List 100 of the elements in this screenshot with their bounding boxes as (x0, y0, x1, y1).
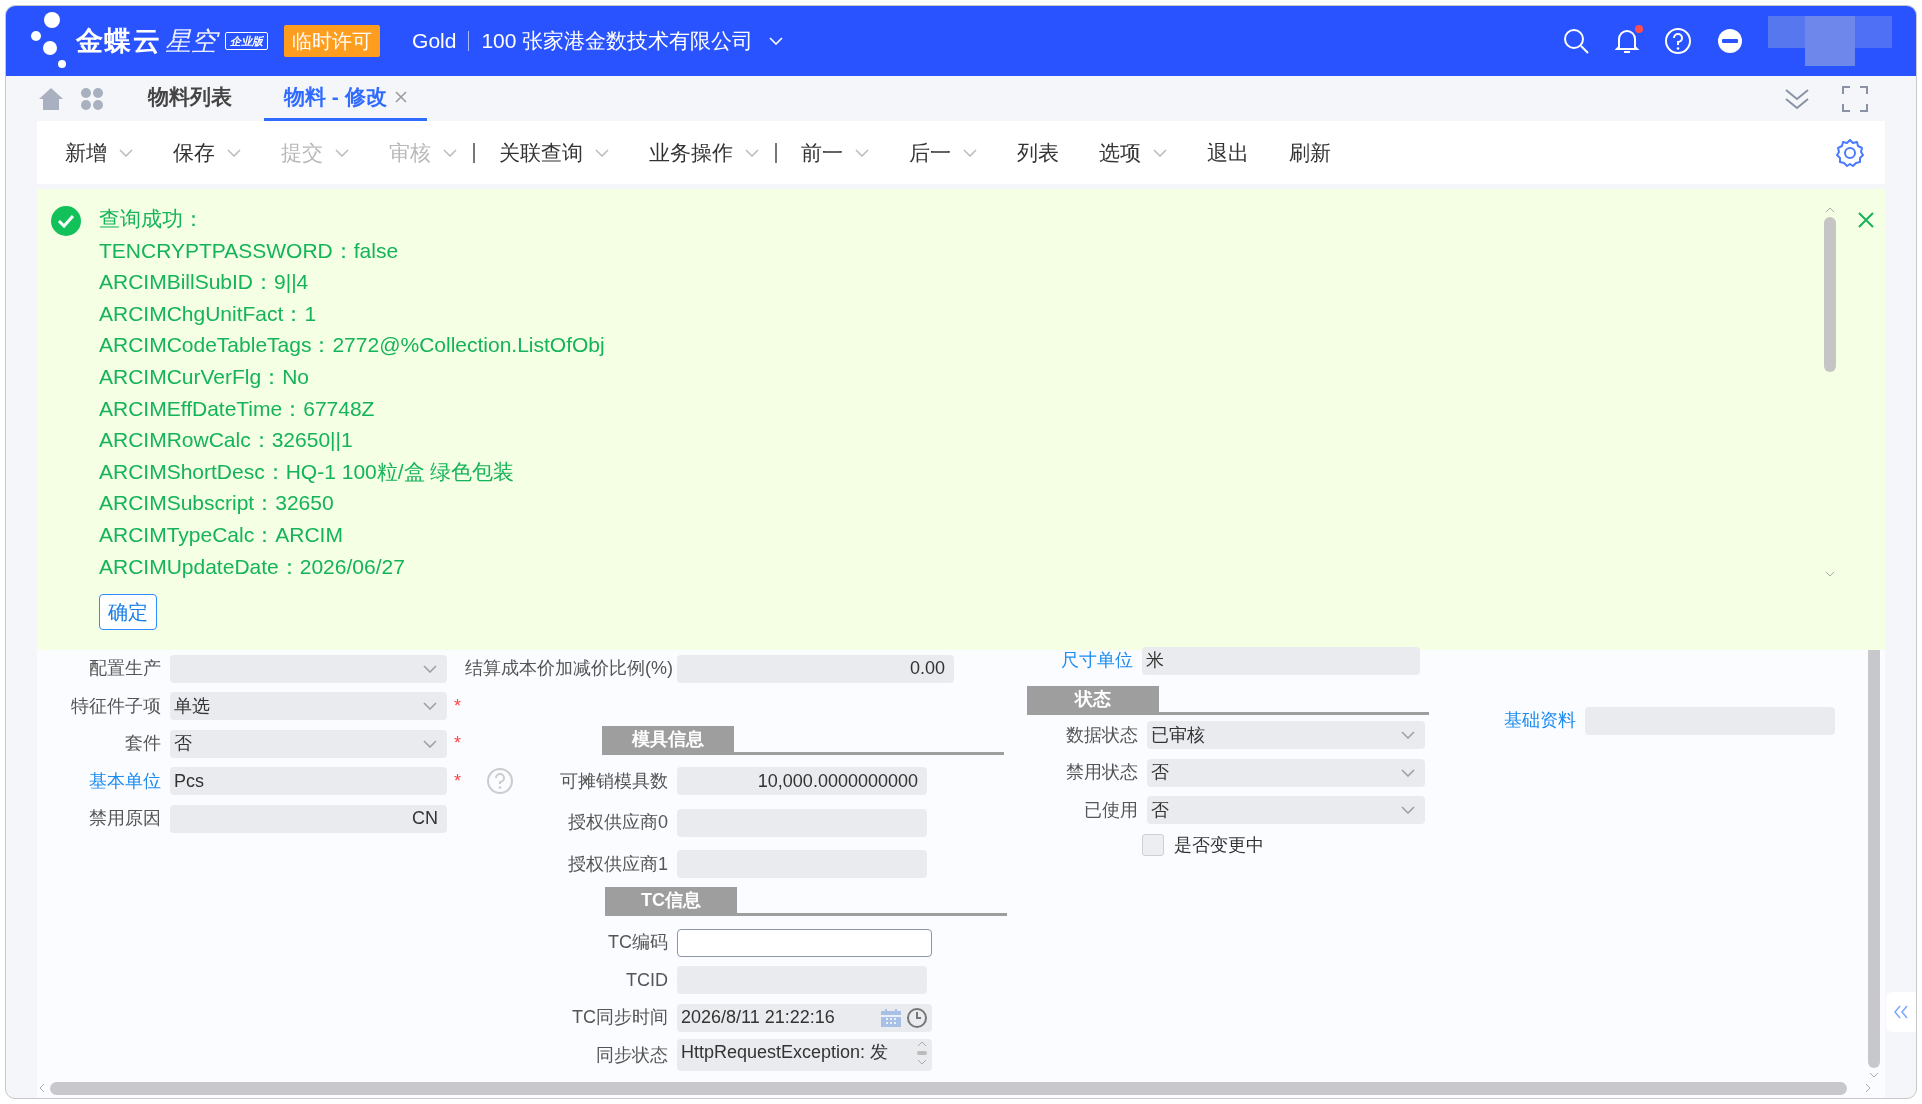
field-label: 禁用原因 (88, 807, 162, 831)
home-icon[interactable] (38, 86, 64, 111)
field-label: TC同步时间 (571, 1006, 669, 1030)
chevron-down-icon (423, 664, 437, 673)
confirm-button[interactable]: 确定 (99, 594, 157, 631)
fullscreen-icon[interactable] (1842, 85, 1868, 112)
field-link-label[interactable]: 基本单位 (37, 767, 170, 795)
text-field[interactable]: CN (170, 804, 447, 833)
select-field[interactable]: 否 (170, 729, 447, 758)
required-mark: * (454, 694, 461, 718)
chevron-down-icon (1401, 806, 1415, 815)
chevron-down-icon (595, 148, 609, 157)
chevron-down-icon (443, 148, 457, 157)
message-line: ARCIMTypeCalc：ARCIM (99, 521, 344, 548)
toolbar-button[interactable]: 选项 (1087, 132, 1179, 173)
scroll-down-icon[interactable] (1869, 1072, 1879, 1078)
scroll-left-icon[interactable] (39, 1083, 45, 1093)
scroll-right-icon[interactable] (1865, 1083, 1871, 1093)
success-check-icon (51, 206, 81, 236)
required-mark: * (454, 769, 461, 793)
chevron-down-icon (335, 148, 349, 157)
bell-icon (1614, 27, 1640, 55)
select-field[interactable]: 否 (1147, 758, 1425, 787)
message-line: ARCIMUpdateDate：2026/06/27 (99, 553, 406, 580)
edition-badge: 企业版 (225, 32, 269, 50)
clock-icon (906, 1006, 928, 1029)
message-line: ARCIMRowCalc：32650||1 (99, 427, 354, 454)
chevron-down-icon (745, 148, 759, 157)
toolbar-button[interactable]: 后一 (897, 132, 989, 173)
field-label: 授权供应商0 (567, 811, 669, 835)
chevron-down-icon (423, 739, 437, 748)
field-label: 授权供应商1 (567, 852, 669, 876)
close-icon[interactable] (1858, 212, 1874, 228)
apps-icon[interactable] (80, 86, 104, 111)
double-chevron-down-icon[interactable] (1784, 86, 1810, 111)
scroll-up-icon[interactable] (1825, 207, 1835, 213)
logo-subtitle: 星空 (165, 24, 218, 58)
toolbar-button[interactable]: 刷新 (1277, 132, 1343, 173)
message-line: ARCIMBillSubID：9||4 (99, 269, 310, 296)
message-line: ARCIMEffDateTime：67748Z (99, 395, 376, 422)
calendar-icon (880, 1007, 902, 1028)
chevron-down-icon (769, 37, 784, 45)
textarea-field[interactable]: HttpRequestException: 发 (677, 1039, 932, 1072)
text-field[interactable]: 10,000.0000000000 (677, 767, 927, 796)
chevron-down-icon (855, 148, 869, 157)
chevron-down-icon (227, 148, 241, 157)
toolbar-button[interactable]: 保存 (161, 132, 253, 173)
select-field[interactable]: 否 (1147, 796, 1425, 825)
select-field[interactable] (170, 654, 447, 683)
select-field[interactable]: 单选 (170, 692, 447, 721)
chevron-down-icon (119, 148, 133, 157)
required-mark: * (454, 732, 461, 756)
field-label: 同步状态 (595, 1043, 669, 1067)
minus-circle-icon[interactable] (1716, 27, 1744, 55)
close-icon[interactable] (394, 91, 407, 103)
double-chevron-left-icon (1893, 1005, 1909, 1019)
chevron-down-icon (1153, 148, 1167, 157)
field-label: 可摊销模具数 (559, 769, 669, 793)
datetime-field[interactable]: 2026/8/11 21:22:16 (677, 1003, 932, 1032)
toolbar-button[interactable]: 关联查询 (487, 132, 621, 173)
message-line: ARCIMShortDesc：HQ-1 100粒/盒 绿色包装 (99, 458, 516, 485)
checkbox[interactable]: 是否变更中 (1142, 829, 1497, 861)
toolbar-button[interactable]: 退出 (1195, 132, 1261, 173)
notification-button[interactable] (1614, 27, 1640, 55)
settings-icon[interactable] (1835, 137, 1865, 168)
scrollbar-thumb[interactable] (50, 1081, 1847, 1095)
chevron-down-icon (1401, 768, 1415, 777)
toolbar-button[interactable]: 列表 (1005, 132, 1071, 173)
field-label: 结算成本价加减价比例(%) (465, 657, 674, 681)
toolbar-button[interactable]: 新增 (53, 132, 145, 173)
toolbar-button[interactable]: 业务操作 (637, 132, 771, 173)
field-label: TC编码 (607, 931, 669, 955)
data-center-label: Gold (412, 28, 457, 55)
message-line: TENCRYPTPASSWORD：false (99, 237, 400, 264)
logo-text: 金蝶云 (76, 24, 162, 58)
field-label: TCID (625, 968, 669, 992)
collapse-panel-button[interactable] (1886, 992, 1916, 1032)
text-field[interactable]: 0.00 (677, 654, 954, 683)
field-label: 已使用 (1083, 798, 1139, 822)
field-label: 禁用状态 (1065, 761, 1139, 785)
message-line: ARCIMCodeTableTags：2772@%Collection.ListOfObj (99, 332, 605, 359)
input-field[interactable] (677, 928, 932, 957)
avatar[interactable] (1768, 16, 1892, 66)
message-line: ARCIMCurVerFlg：No (99, 363, 311, 390)
tab[interactable]: 物料列表 (128, 76, 252, 121)
toolbar-button[interactable]: 前一 (789, 132, 881, 173)
license-badge: 临时许可 (284, 25, 381, 57)
message-line: ARCIMChgUnitFact：1 (99, 300, 318, 327)
text-field[interactable]: 米 (1142, 646, 1420, 675)
scrollbar-thumb[interactable] (1868, 650, 1880, 1068)
message-line: ARCIMSubscript：32650 (99, 490, 335, 517)
message-title: 查询成功： (99, 206, 205, 232)
field-label: 套件 (124, 732, 162, 756)
field-label: 数据状态 (1065, 723, 1139, 747)
organization-selector[interactable]: 100 张家港金数技术有限公司 (481, 25, 754, 57)
scrollbar-thumb[interactable] (1824, 217, 1836, 372)
scroll-down-icon[interactable] (1825, 571, 1835, 577)
text-field[interactable]: Pcs (170, 767, 447, 796)
select-field[interactable]: 已审核 (1147, 721, 1425, 750)
search-icon[interactable] (1562, 27, 1590, 55)
